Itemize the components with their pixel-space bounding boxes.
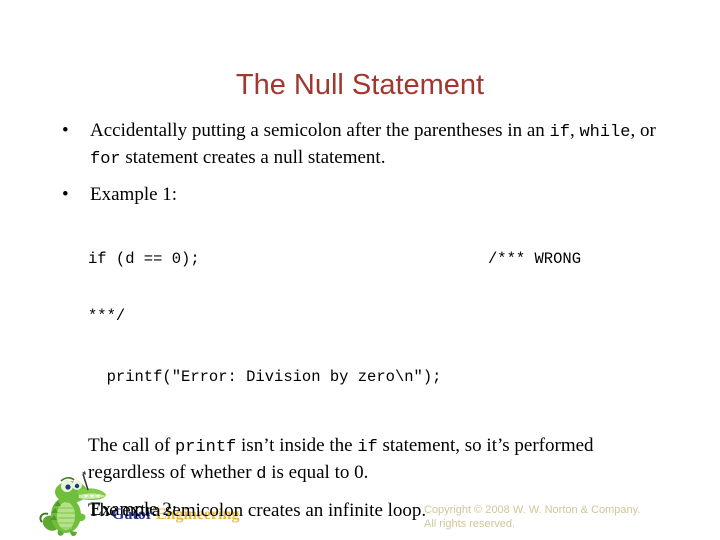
slide-title: The Null Statement [235,69,485,101]
intro-kw-if: if [549,123,570,142]
expl-seg-4: is equal to 0. [266,462,369,483]
intro-seg-4: statement creates a null statement. [120,147,386,168]
intro-kw-for: for [90,150,121,169]
bullet-intro-text: Accidentally putting a semicolon after t… [90,118,680,172]
slide-canvas: The Null Statement • Accidentally puttin… [0,0,720,540]
expl-kw-printf: printf [175,438,237,457]
bullet-marker: • [62,120,69,141]
intro-seg-1: Accidentally putting a semicolon after t… [90,120,550,141]
code-comment: /*** WRONG [488,250,582,268]
bullet-marker: • [62,184,69,205]
copyright-line-2: All rights reserved. [424,518,516,530]
expl-seg-1: The call of [88,435,176,456]
bullet-item-example1: • Example 1: [0,182,720,207]
code-line: if (d == 0); /*** WRONG [88,250,710,269]
intro-seg-3: , or [630,120,656,141]
copyright-notice: Copyright © 2008 W. W. Norton & Company.… [424,503,714,531]
code-line: ***/ [88,307,710,326]
example1-heading: Example 1: [90,184,178,205]
code-text: printf("Error: Division by zero\n"); [88,368,442,386]
expl-var-d: d [256,465,267,484]
code-text: if (d == 0); [88,250,200,268]
example2-closing-text: The extra semicolon creates an infinite … [88,500,427,521]
code-text: ***/ [88,307,126,325]
expl-seg-2: isn’t inside the [236,435,358,456]
intro-kw-while: while [579,123,631,142]
copyright-line-1: Copyright © 2008 W. W. Norton & Company. [424,504,641,516]
expl-kw-if: if [357,438,378,457]
code-line: printf("Error: Division by zero\n"); [88,364,710,387]
example1-code-block: if (d == 0); /*** WRONG ***/ printf("Erro… [0,212,720,425]
bullet-item-intro: • Accidentally putting a semicolon after… [0,118,720,172]
